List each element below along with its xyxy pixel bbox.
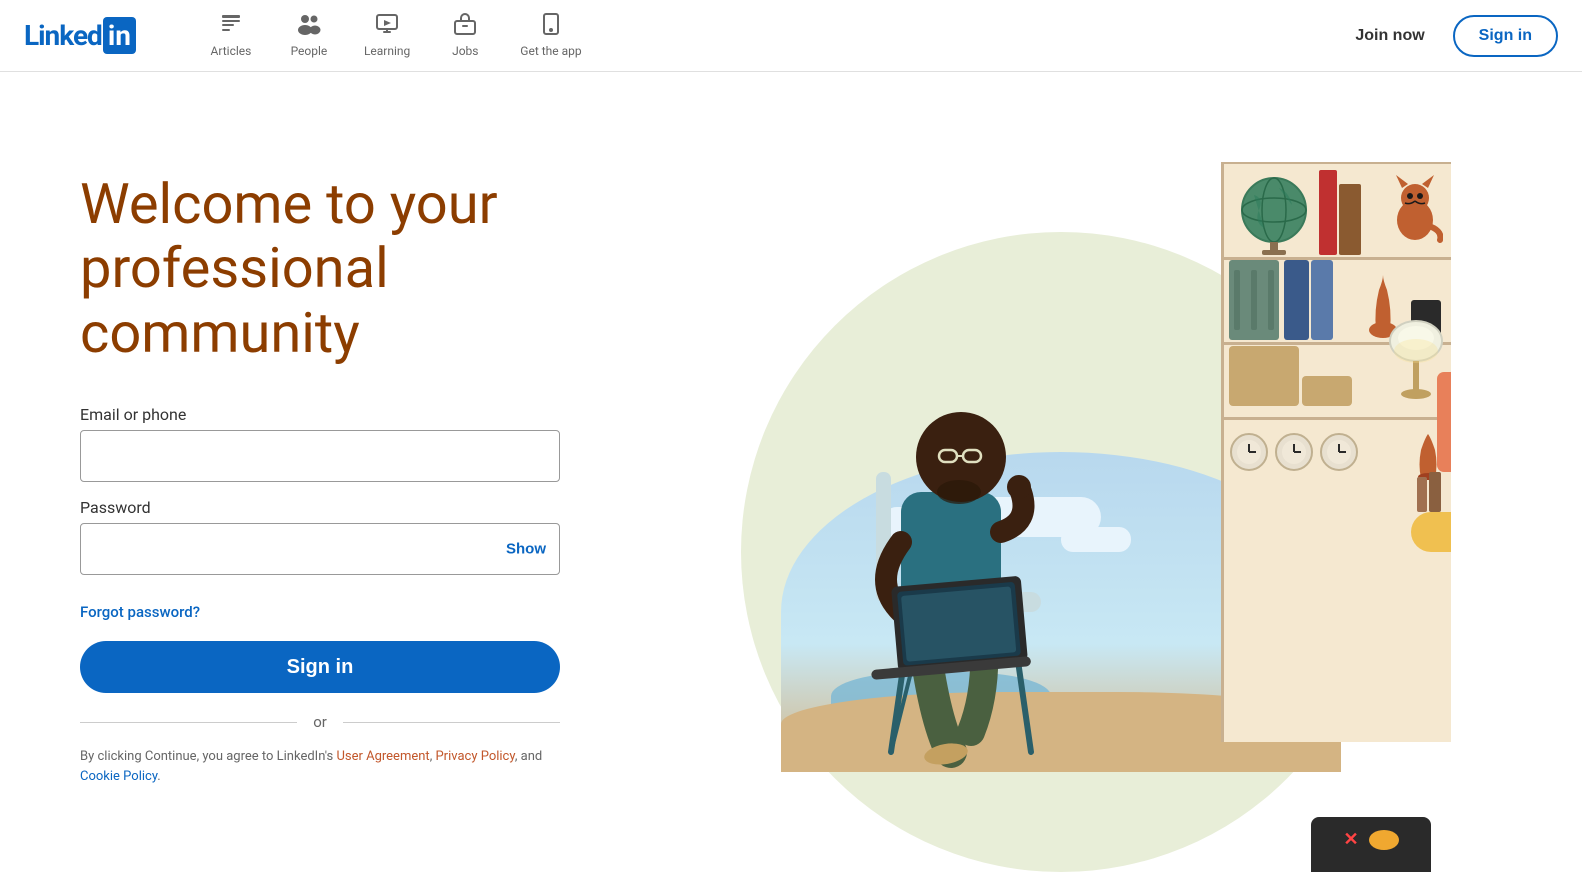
or-divider: or [80,713,560,731]
people-icon [296,12,322,42]
join-now-button[interactable]: Join now [1339,19,1440,53]
nav-jobs-label: Jobs [452,44,478,58]
email-group: Email or phone [80,405,620,482]
small-book-1 [1429,472,1441,512]
globe [1234,170,1314,264]
password-wrapper: Show [80,523,560,575]
header-actions: Join now Sign in [1339,15,1558,57]
shelf-divider-1 [1224,162,1451,164]
get-app-icon [539,12,563,42]
forgot-password-link[interactable]: Forgot password? [80,603,200,621]
box-2 [1302,376,1352,406]
email-input[interactable] [80,430,560,482]
legal-text: By clicking Continue, you agree to Linke… [80,747,560,786]
divider-line-left [80,722,297,723]
cat-figurine [1388,170,1443,249]
nav-get-app-label: Get the app [520,44,581,58]
nav-articles[interactable]: Articles [196,4,266,68]
illustration: ✕ [671,152,1451,872]
articles-icon [219,12,243,42]
hero-title: Welcome to your professional community [80,172,620,365]
main-nav: Articles People Learning J [196,4,594,68]
cookie-policy-link[interactable]: Cookie Policy [80,769,157,784]
legal-and: , and [515,749,542,764]
clock-items [1229,422,1359,486]
left-panel: Welcome to your professional community E… [80,152,620,786]
privacy-policy-link[interactable]: Privacy Policy [435,749,514,764]
accent-circle-yellow [1411,512,1451,552]
binder-blue-1 [1284,260,1309,340]
or-text: or [297,713,343,731]
nav-get-app[interactable]: Get the app [508,4,593,68]
book-brown [1339,184,1361,255]
nav-people-label: People [291,44,328,58]
box-1 [1229,346,1299,406]
jobs-icon [453,12,477,42]
legal-prefix: By clicking Continue, you agree to Linke… [80,749,336,764]
device-partial: ✕ [1311,817,1431,872]
nav-learning[interactable]: Learning [352,4,422,68]
binder-green [1229,260,1279,340]
nav-learning-label: Learning [364,44,410,58]
right-panel: ✕ [620,152,1502,872]
password-label: Password [80,498,620,517]
small-book-2 [1417,477,1427,512]
book-tall-red [1319,170,1337,255]
header-left: Linkedin Articles People [24,4,594,68]
sign-in-header-button[interactable]: Sign in [1453,15,1558,57]
hero-title-line1: Welcome to your [80,171,498,237]
logo-box: in [103,17,136,54]
person-illustration [791,292,1131,792]
bookshelf [1221,162,1451,742]
linkedin-logo[interactable]: Linkedin [24,17,136,54]
shelf-divider-4 [1224,417,1451,420]
sign-in-button[interactable]: Sign in [80,641,560,693]
nav-people[interactable]: People [274,4,344,68]
nav-jobs[interactable]: Jobs [430,4,500,68]
password-input[interactable] [80,523,560,575]
password-group: Password Show [80,498,620,575]
site-header: Linkedin Articles People [0,0,1582,72]
main-content: Welcome to your professional community E… [0,72,1582,872]
user-agreement-link[interactable]: User Agreement [336,749,429,764]
legal-period: . [157,769,160,784]
accent-strip-orange [1437,372,1451,472]
divider-line-right [343,722,560,723]
binder-blue-2 [1311,260,1333,340]
hero-title-line2: professional community [80,235,389,365]
learning-icon [375,12,399,42]
nav-articles-label: Articles [211,44,252,58]
show-password-button[interactable]: Show [506,541,546,558]
email-label: Email or phone [80,405,620,424]
logo-text: Linked [24,19,102,52]
